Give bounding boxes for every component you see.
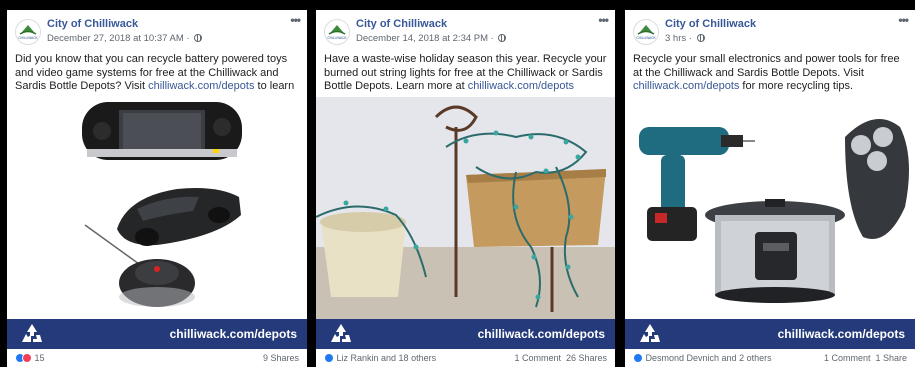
- post-footer: Liz Rankin and 18 others 1 Comment 26 Sha…: [316, 349, 615, 367]
- engagement-counts: 1 Comment 26 Shares: [514, 353, 607, 363]
- pressure-cooker-illustration: [705, 199, 845, 303]
- shares-link[interactable]: 1 Share: [875, 353, 907, 363]
- globe-icon: [696, 34, 705, 42]
- avatar-wordmark: CHILLIWACK: [636, 36, 656, 40]
- reactions-summary[interactable]: 15: [15, 353, 45, 363]
- handheld-console-illustration: [82, 102, 242, 160]
- recycle-icon: [331, 324, 351, 342]
- like-icon: [324, 353, 334, 363]
- post-text-tail: for more recycling tips.: [739, 80, 854, 92]
- post-image[interactable]: [625, 97, 915, 319]
- post-text-body: Recycle your small electronics and power…: [633, 53, 900, 79]
- page-name-link[interactable]: City of Chilliwack: [47, 18, 138, 30]
- post-image[interactable]: [316, 97, 615, 319]
- shares-link[interactable]: 26 Shares: [566, 353, 607, 363]
- post-card-1: CHILLIWACK City of Chilliwack December 2…: [7, 10, 307, 367]
- post-image[interactable]: [7, 97, 307, 319]
- rc-car-illustration: [117, 188, 241, 246]
- electric-shaver-illustration: [845, 119, 909, 239]
- post-text: Have a waste-wise holiday season this ye…: [324, 53, 607, 94]
- page-name-link[interactable]: City of Chilliwack: [665, 18, 756, 30]
- more-options-button[interactable]: •••: [290, 13, 301, 27]
- avatar[interactable]: CHILLIWACK: [15, 19, 41, 45]
- post-link[interactable]: chilliwack.com/depots: [148, 80, 254, 92]
- promo-banner[interactable]: chilliwack.com/depots: [625, 319, 915, 349]
- timestamp-text[interactable]: December 14, 2018 at 2:34 PM: [356, 33, 488, 44]
- post-text: Recycle your small electronics and power…: [633, 53, 907, 94]
- clay-pot-illustration: [320, 212, 406, 297]
- like-icon: [633, 353, 643, 363]
- post-card-3: CHILLIWACK City of Chilliwack 3 hrs · ••…: [625, 10, 915, 367]
- reaction-count[interactable]: Liz Rankin and 18 others: [337, 353, 437, 363]
- post-card-2: CHILLIWACK City of Chilliwack December 1…: [316, 10, 615, 367]
- love-icon: [22, 353, 32, 363]
- more-options-button[interactable]: •••: [898, 13, 909, 27]
- promo-banner[interactable]: chilliwack.com/depots: [7, 319, 307, 349]
- reactions-summary[interactable]: Desmond Devnich and 2 others: [633, 353, 772, 363]
- engagement-counts: 1 Comment 1 Share: [824, 353, 907, 363]
- post-header: CHILLIWACK City of Chilliwack 3 hrs · ••…: [625, 10, 915, 50]
- globe-icon: [498, 34, 507, 42]
- post-link[interactable]: chilliwack.com/depots: [468, 80, 574, 92]
- post-timestamp[interactable]: December 14, 2018 at 2:34 PM ·: [356, 33, 507, 44]
- promo-banner[interactable]: chilliwack.com/depots: [316, 319, 615, 349]
- post-header: CHILLIWACK City of Chilliwack December 1…: [316, 10, 615, 50]
- reactions-summary[interactable]: Liz Rankin and 18 others: [324, 353, 436, 363]
- timestamp-text[interactable]: December 27, 2018 at 10:37 AM: [47, 33, 184, 44]
- globe-icon: [194, 34, 203, 42]
- avatar[interactable]: CHILLIWACK: [324, 19, 350, 45]
- post-timestamp[interactable]: 3 hrs ·: [665, 33, 705, 44]
- banner-url[interactable]: chilliwack.com/depots: [170, 327, 297, 341]
- timestamp-text[interactable]: 3 hrs: [665, 33, 686, 44]
- wooden-planter-illustration: [466, 169, 606, 247]
- comments-link[interactable]: 1 Comment: [824, 353, 871, 363]
- more-options-button[interactable]: •••: [598, 13, 609, 27]
- avatar-wordmark: CHILLIWACK: [18, 36, 38, 40]
- reaction-count[interactable]: 15: [35, 353, 45, 363]
- recycle-icon: [640, 324, 660, 342]
- shares-link[interactable]: 9 Shares: [263, 353, 299, 363]
- avatar-wordmark: CHILLIWACK: [327, 36, 347, 40]
- reaction-count[interactable]: Desmond Devnich and 2 others: [646, 353, 772, 363]
- engagement-counts: 9 Shares: [263, 353, 299, 363]
- comments-link[interactable]: 1 Comment: [514, 353, 561, 363]
- post-timestamp[interactable]: December 27, 2018 at 10:37 AM ·: [47, 33, 203, 44]
- page-name-link[interactable]: City of Chilliwack: [356, 18, 447, 30]
- post-header: CHILLIWACK City of Chilliwack December 2…: [7, 10, 307, 50]
- banner-url[interactable]: chilliwack.com/depots: [778, 327, 905, 341]
- post-footer: 15 9 Shares: [7, 349, 307, 367]
- post-link[interactable]: chilliwack.com/depots: [633, 80, 739, 92]
- recycle-icon: [22, 324, 42, 342]
- banner-url[interactable]: chilliwack.com/depots: [478, 327, 605, 341]
- avatar[interactable]: CHILLIWACK: [633, 19, 659, 45]
- post-footer: Desmond Devnich and 2 others 1 Comment 1 …: [625, 349, 915, 367]
